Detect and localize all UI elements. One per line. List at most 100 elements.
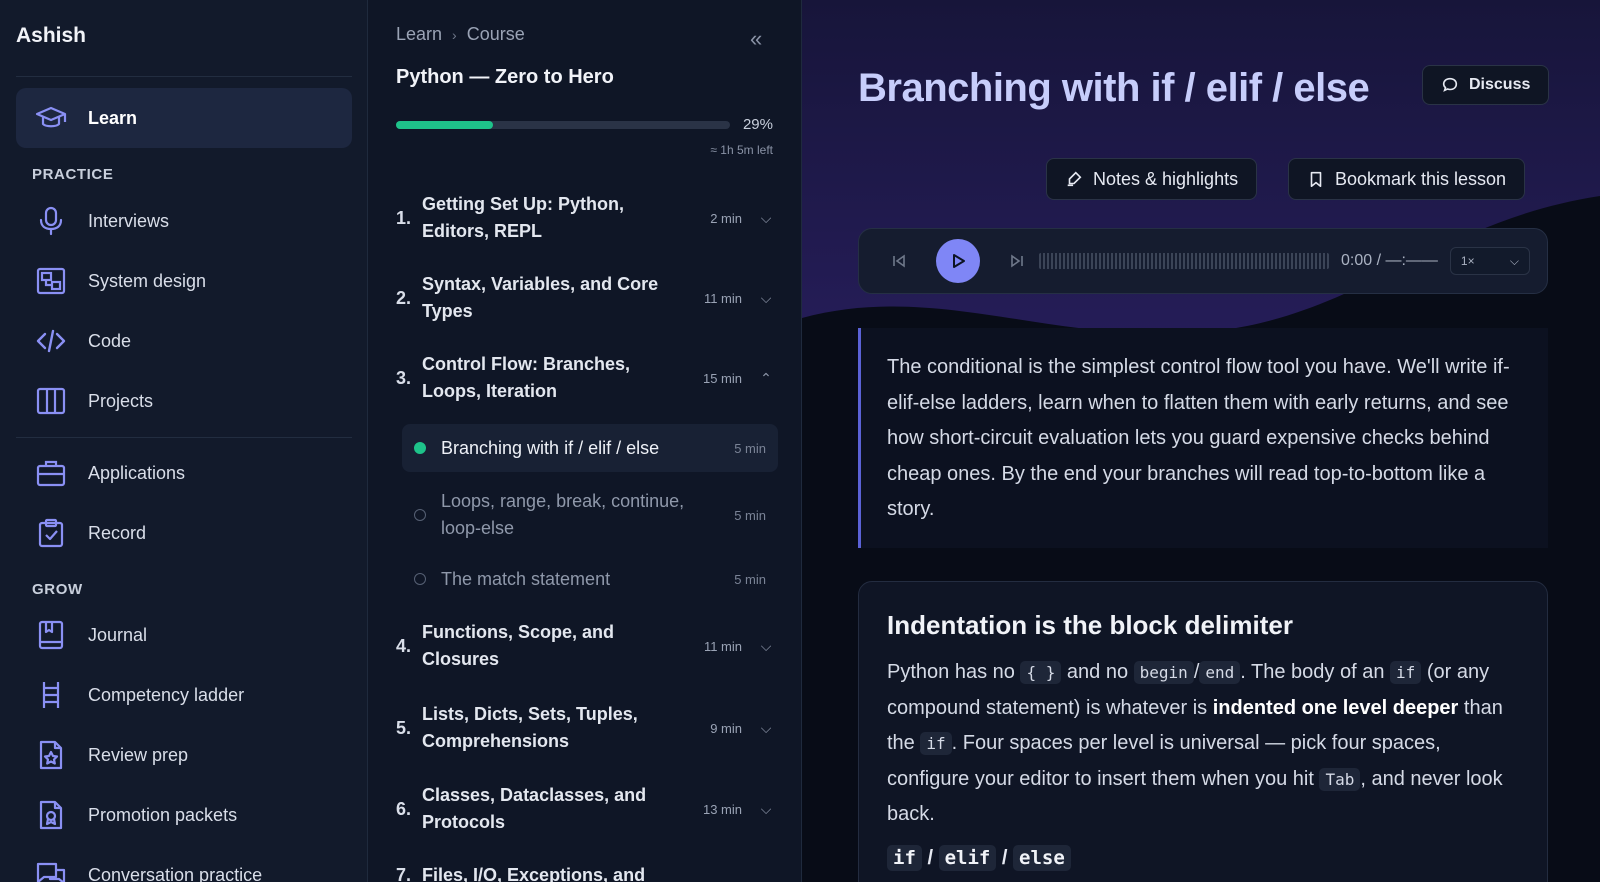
module-item-expanded[interactable]: 3. Control Flow: Branches, Loops, Iterat… xyxy=(396,351,776,405)
module-item[interactable]: 2. Syntax, Variables, and Core Types 11 … xyxy=(396,271,776,325)
nav-item-promotion-packets[interactable]: Promotion packets xyxy=(16,785,352,845)
divider xyxy=(16,76,352,77)
nav-item-competency-ladder[interactable]: Competency ladder xyxy=(16,665,352,725)
chevron-right-icon: › xyxy=(452,26,457,43)
nav-item-review-prep[interactable]: Review prep xyxy=(16,725,352,785)
nav-item-label: Learn xyxy=(88,107,138,128)
module-item[interactable]: 1. Getting Set Up: Python, Editors, REPL… xyxy=(396,191,776,245)
document-badge-icon xyxy=(34,798,68,832)
chevron-down-icon[interactable]: ⌵ xyxy=(756,290,776,307)
module-number: 7. xyxy=(396,865,412,882)
chevron-down-icon[interactable]: ⌵ xyxy=(756,638,776,655)
nav-item-conversation-practice[interactable]: Conversation practice xyxy=(16,845,352,882)
bookmark-button[interactable]: Bookmark this lesson xyxy=(1288,158,1526,200)
document-star-icon xyxy=(34,738,68,772)
module-title: Functions, Scope, and Closures xyxy=(422,622,615,669)
chevron-down-icon[interactable]: ⌵ xyxy=(756,720,776,737)
module-duration: 9 min xyxy=(710,720,742,736)
chevron-up-icon[interactable]: ⌃ xyxy=(756,370,776,387)
lesson-item[interactable]: The match statement 5 min xyxy=(402,563,778,595)
inline-code: if xyxy=(920,732,952,755)
lesson-item-current[interactable]: Branching with if / elif / else 5 min xyxy=(402,424,778,472)
microphone-icon xyxy=(34,204,68,238)
collapse-panel-icon[interactable]: « xyxy=(750,26,762,52)
course-progress-percent: 29% xyxy=(742,116,773,133)
breadcrumb-learn[interactable]: Learn xyxy=(396,24,442,45)
user-name: Ashish xyxy=(16,24,87,47)
inline-code: if xyxy=(887,844,922,871)
playback-speed-select[interactable]: 1× ⌵ xyxy=(1449,247,1530,275)
course-title: Python — Zero to Hero xyxy=(396,66,614,88)
module-duration: 11 min xyxy=(703,290,742,306)
module-number: 3. xyxy=(396,367,412,388)
nav-item-learn[interactable]: Learn xyxy=(16,88,352,148)
audio-waveform-scrubber[interactable] xyxy=(1039,253,1329,269)
highlighter-icon xyxy=(1067,171,1082,187)
nav-item-applications[interactable]: Applications xyxy=(16,443,352,503)
nav-item-journal[interactable]: Journal xyxy=(16,605,352,665)
lesson-status-dot xyxy=(414,442,426,454)
inline-code: { } xyxy=(1020,661,1062,684)
skip-back-icon[interactable] xyxy=(891,253,907,269)
inline-code: Tab xyxy=(1319,767,1361,791)
nav-item-label: Review prep xyxy=(88,744,189,765)
skip-forward-icon[interactable] xyxy=(1009,253,1025,269)
journal-icon xyxy=(34,618,68,652)
breadcrumb-course[interactable]: Course xyxy=(467,24,525,45)
lesson-duration: 5 min xyxy=(734,571,766,587)
bold-text: indented one level deeper xyxy=(1212,696,1459,719)
module-duration: 2 min xyxy=(710,210,742,226)
briefcase-icon xyxy=(34,456,68,490)
text-run: and no xyxy=(1061,661,1134,683)
section-header-grow: GROW xyxy=(32,581,83,598)
lesson-summary: The conditional is the simplest control … xyxy=(858,328,1548,548)
clipboard-check-icon xyxy=(34,516,68,550)
module-title: Getting Set Up: Python, Editors, REPL xyxy=(422,194,624,241)
nav-item-label: Code xyxy=(88,330,132,351)
inline-code: begin xyxy=(1133,661,1194,684)
module-title: Lists, Dicts, Sets, Tuples, Comprehensio… xyxy=(422,704,638,751)
divider xyxy=(16,437,352,438)
nav-item-record[interactable]: Record xyxy=(16,503,352,563)
lesson-item[interactable]: Loops, range, break, continue, loop-else… xyxy=(402,487,778,543)
nav-item-label: Promotion packets xyxy=(88,804,238,825)
play-icon xyxy=(953,254,965,268)
discuss-button[interactable]: Discuss xyxy=(1422,65,1550,105)
nav-item-code[interactable]: Code xyxy=(16,311,352,371)
module-item[interactable]: 7. Files, I/O, Exceptions, and xyxy=(396,862,776,882)
discuss-label: Discuss xyxy=(1469,76,1531,93)
lesson-status-dot xyxy=(414,573,426,585)
notes-highlights-button[interactable]: Notes & highlights xyxy=(1046,158,1258,200)
nav-item-label: System design xyxy=(88,270,207,291)
chat-bubble-icon xyxy=(1442,77,1458,92)
module-title: Files, I/O, Exceptions, and xyxy=(422,865,646,882)
breadcrumb: Learn › Course xyxy=(396,24,525,45)
course-progress-bar xyxy=(396,121,730,129)
inline-code: if xyxy=(1390,661,1422,684)
module-item[interactable]: 4. Functions, Scope, and Closures 11 min… xyxy=(396,619,776,673)
audio-player: 0:00 / —:—— 1× ⌵ xyxy=(858,228,1548,294)
nav-item-label: Applications xyxy=(88,462,186,483)
nav-item-label: Journal xyxy=(88,624,148,645)
chevron-down-icon[interactable]: ⌵ xyxy=(756,801,776,818)
course-time-left: ≈ 1h 5m left xyxy=(710,143,773,157)
columns-icon xyxy=(34,384,68,418)
module-number: 1. xyxy=(396,207,412,228)
nav-item-projects[interactable]: Projects xyxy=(16,371,352,431)
section-heading: Indentation is the block delimiter xyxy=(887,610,1293,640)
text-run: Python has no xyxy=(887,661,1021,683)
nav-item-system-design[interactable]: System design xyxy=(16,251,352,311)
nav-item-interviews[interactable]: Interviews xyxy=(16,191,352,251)
notes-highlights-label: Notes & highlights xyxy=(1093,168,1239,189)
module-number: 5. xyxy=(396,717,412,738)
module-item[interactable]: 5. Lists, Dicts, Sets, Tuples, Comprehen… xyxy=(396,701,776,755)
code-icon xyxy=(34,324,68,358)
module-item[interactable]: 6. Classes, Dataclasses, and Protocols 1… xyxy=(396,782,776,836)
course-progress-fill xyxy=(396,121,493,129)
chevron-down-icon[interactable]: ⌵ xyxy=(756,210,776,227)
text-run: . The body of an xyxy=(1240,661,1391,683)
play-button[interactable] xyxy=(936,239,980,283)
inline-code: end xyxy=(1199,661,1241,684)
course-outline: Learn › Course « Python — Zero to Hero 2… xyxy=(368,0,802,882)
nav-item-label: Competency ladder xyxy=(88,684,245,705)
